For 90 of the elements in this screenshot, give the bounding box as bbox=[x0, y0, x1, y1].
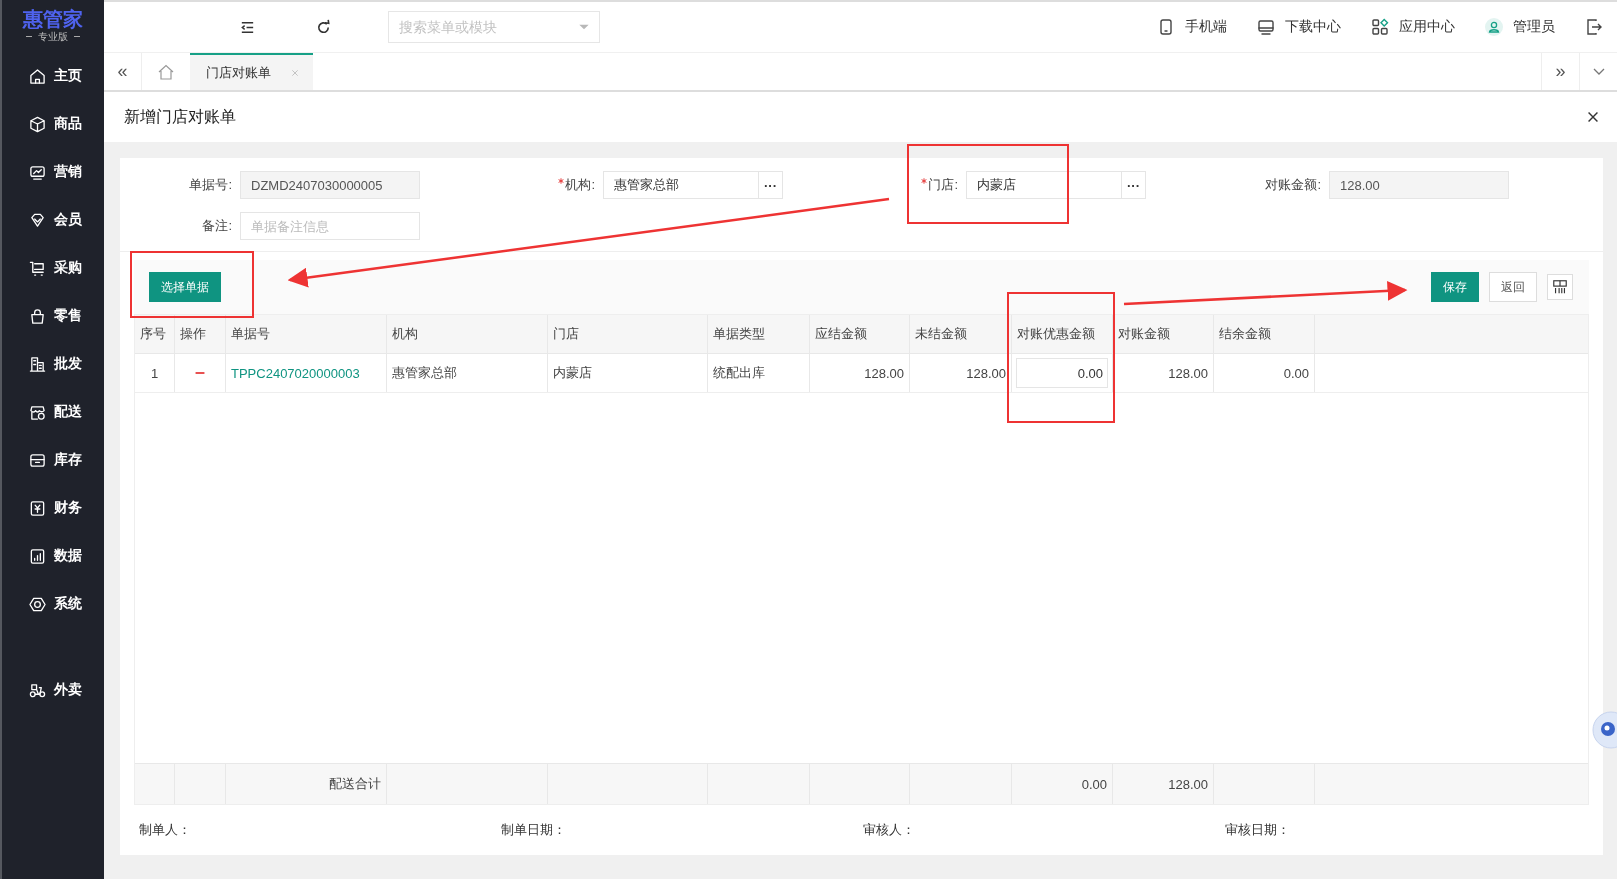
input-field[interactable]: 单据备注信息 bbox=[240, 212, 420, 240]
column-header: 对账优惠金额 bbox=[1012, 315, 1113, 353]
bar-chart-icon bbox=[28, 547, 46, 565]
table-cell: 128.00 bbox=[966, 365, 1006, 381]
total-cell: 128.00 bbox=[1168, 776, 1208, 792]
scroll-left-button[interactable]: « bbox=[104, 53, 142, 90]
field-label: 单据号: bbox=[189, 176, 232, 194]
page-title: 新增门店对账单 bbox=[124, 106, 236, 127]
sidebar-item[interactable]: 数据 bbox=[24, 532, 82, 580]
column-header: 对账金额 bbox=[1113, 315, 1214, 353]
column-header: 应结金额 bbox=[810, 315, 910, 353]
scooter-icon bbox=[28, 681, 46, 699]
column-settings-button[interactable] bbox=[1547, 274, 1573, 300]
grid-icon bbox=[1552, 279, 1568, 295]
column-header: 机构 bbox=[387, 315, 548, 353]
column-header: 单据类型 bbox=[708, 315, 810, 353]
hexagon-icon bbox=[28, 595, 46, 613]
toolbar-link[interactable]: 手机端 bbox=[1157, 18, 1227, 36]
input-field[interactable]: 惠管家总部 bbox=[603, 171, 759, 199]
input-field: 128.00 bbox=[1329, 171, 1509, 199]
field-label: 机构: bbox=[565, 176, 595, 194]
table-cell: 1 bbox=[150, 365, 159, 381]
refresh-icon[interactable] bbox=[315, 18, 332, 36]
tab[interactable]: 门店对账单 bbox=[190, 53, 313, 90]
table-cell: 惠管家总部 bbox=[392, 364, 457, 382]
search-field[interactable]: 搜索菜单或模块 bbox=[388, 11, 600, 43]
footer-label: 制单人： bbox=[139, 821, 192, 839]
column-header: 结余金额 bbox=[1214, 315, 1315, 353]
button[interactable]: 选择单据 bbox=[149, 272, 221, 302]
sidebar-item[interactable]: 配送 bbox=[24, 388, 82, 436]
sidebar-item[interactable]: 系统 bbox=[24, 580, 82, 628]
sidebar-item[interactable]: 商品 bbox=[24, 100, 82, 148]
table-cell: 统配出库 bbox=[713, 364, 765, 382]
sidebar-item[interactable]: 主页 bbox=[24, 52, 82, 100]
input-field[interactable]: 0.00 bbox=[1016, 358, 1108, 388]
sidebar-item[interactable]: 外卖 bbox=[24, 666, 82, 714]
sidebar-item[interactable]: 库存 bbox=[24, 436, 82, 484]
footer-label: 制单日期： bbox=[501, 821, 567, 839]
user-icon bbox=[1485, 18, 1503, 36]
sidebar-item[interactable]: 采购 bbox=[24, 244, 82, 292]
sidebar-item[interactable]: 会员 bbox=[24, 196, 82, 244]
logo-subtitle: 专业版 bbox=[38, 30, 68, 43]
cube-icon bbox=[28, 115, 46, 133]
input-field: DZMD2407030000005 bbox=[240, 171, 420, 199]
sidebar-item[interactable]: 零售 bbox=[24, 292, 82, 340]
field-label: 门店: bbox=[928, 176, 958, 194]
building-icon bbox=[28, 355, 46, 373]
table-cell: 0.00 bbox=[1283, 365, 1309, 381]
column-header: 序号 bbox=[135, 315, 175, 353]
scroll-right-button[interactable]: » bbox=[1541, 53, 1579, 90]
column-header: 门店 bbox=[548, 315, 708, 353]
cart-icon bbox=[28, 259, 46, 277]
more-button[interactable]: ··· bbox=[759, 171, 783, 199]
more-button[interactable]: ··· bbox=[1122, 171, 1146, 199]
field-label: 对账金额: bbox=[1265, 176, 1321, 194]
diamond-icon bbox=[28, 211, 46, 229]
sidebar-item[interactable]: 批发 bbox=[24, 340, 82, 388]
sidebar-item[interactable]: 营销 bbox=[24, 148, 82, 196]
toolbar-link[interactable]: 下载中心 bbox=[1257, 18, 1341, 36]
chart-icon bbox=[28, 163, 46, 181]
sidebar-item[interactable]: 财务 bbox=[24, 484, 82, 532]
monitor-icon bbox=[1257, 18, 1275, 36]
table-cell: 128.00 bbox=[1168, 365, 1208, 381]
table-cell: 内蒙店 bbox=[553, 364, 592, 382]
toolbar-link[interactable]: 管理员 bbox=[1485, 18, 1555, 36]
total-cell: 0.00 bbox=[1081, 776, 1107, 792]
column-header: 未结金额 bbox=[910, 315, 1012, 353]
input-field[interactable]: 内蒙店 bbox=[966, 171, 1122, 199]
button[interactable]: 保存 bbox=[1431, 272, 1479, 302]
table-cell: 128.00 bbox=[864, 365, 904, 381]
home-icon bbox=[157, 62, 175, 81]
bag-icon bbox=[28, 307, 46, 325]
column-header: 单据号 bbox=[226, 315, 387, 353]
yen-icon bbox=[28, 499, 46, 517]
logout-icon[interactable] bbox=[1585, 18, 1603, 36]
footer-label: 审核日期： bbox=[1225, 821, 1291, 839]
phone-icon bbox=[1157, 18, 1175, 36]
toolbar-link[interactable]: 应用中心 bbox=[1371, 18, 1455, 36]
button[interactable]: 返回 bbox=[1489, 272, 1537, 302]
field-label: 备注: bbox=[202, 217, 232, 235]
archive-icon bbox=[28, 451, 46, 469]
logo-title: 惠管家 bbox=[23, 7, 83, 30]
chevron-down-icon bbox=[1592, 68, 1605, 75]
column-header: 操作 bbox=[175, 315, 226, 353]
document-link[interactable]: TPPC2407020000003 bbox=[231, 365, 360, 381]
total-cell: 配送合计 bbox=[329, 775, 381, 793]
store-icon bbox=[28, 403, 46, 421]
footer-label: 审核人： bbox=[863, 821, 916, 839]
home-icon bbox=[28, 67, 46, 85]
apps-icon bbox=[1371, 18, 1389, 36]
